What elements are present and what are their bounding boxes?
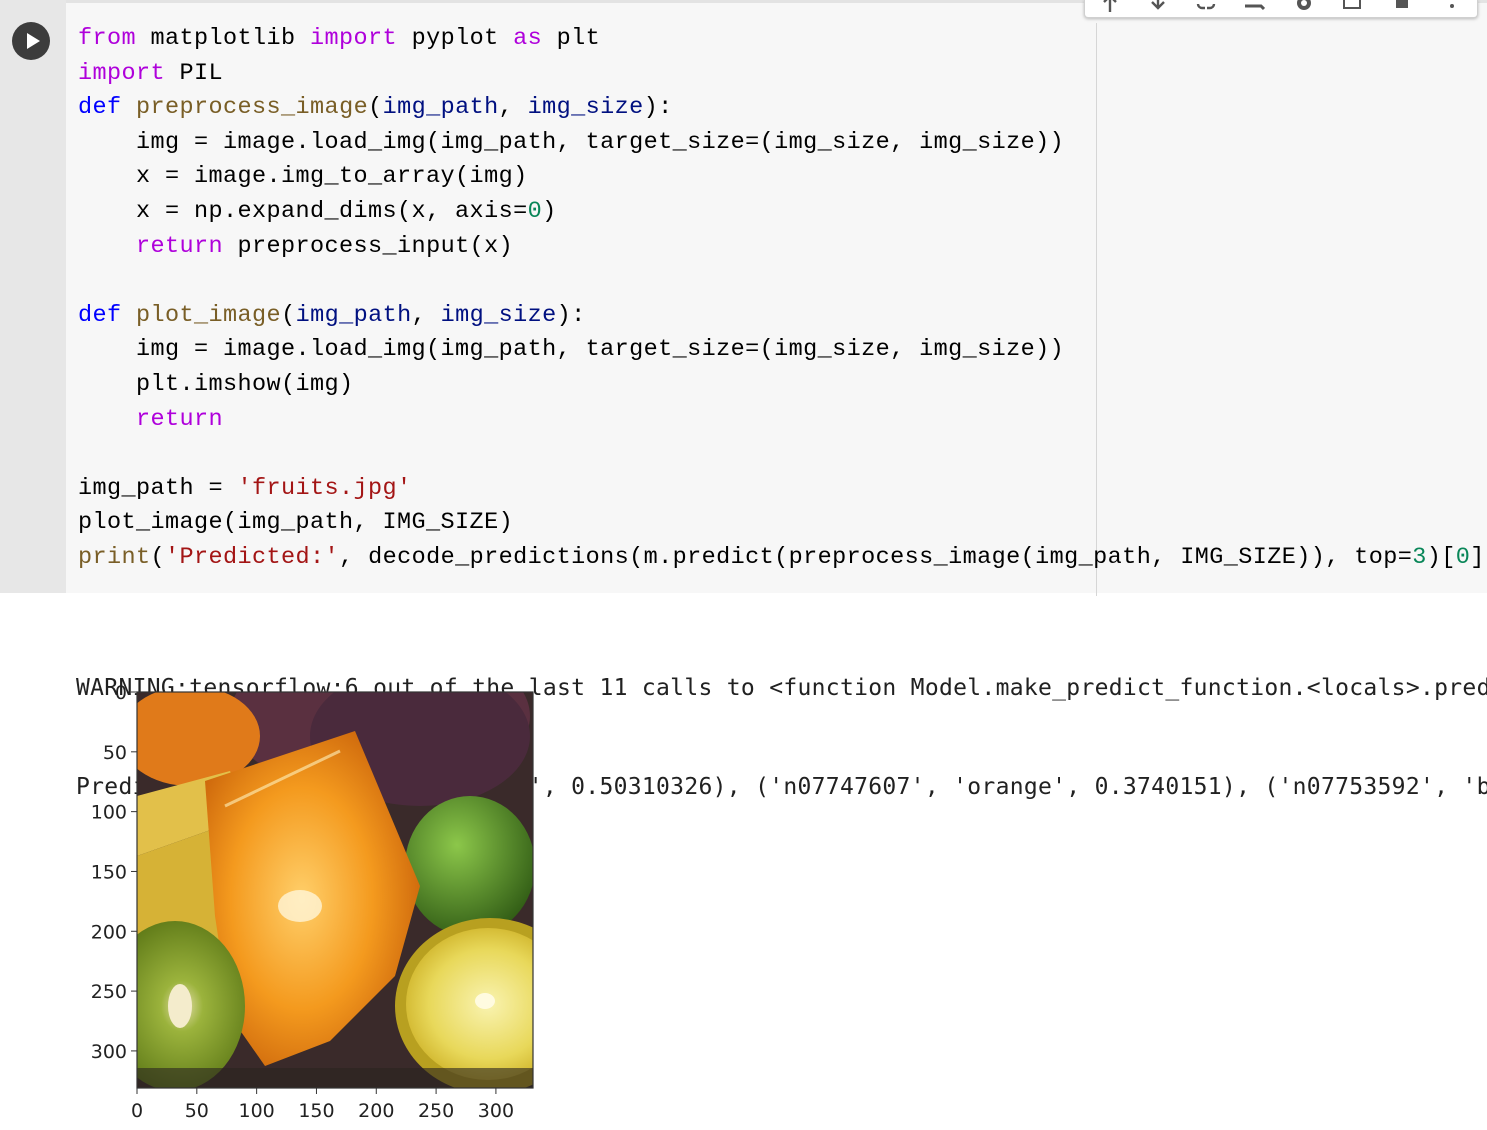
code-line: import PIL (78, 57, 1487, 92)
code-token: 0 (1455, 543, 1471, 571)
x-tick-label: 200 (358, 1100, 394, 1122)
code-token: import (310, 25, 398, 52)
code-token: x = image.img_to_array(img) (78, 163, 528, 191)
y-tick-label: 250 (91, 981, 127, 1003)
code-token: import (78, 59, 166, 87)
more-vert-icon[interactable] (1441, 0, 1463, 14)
code-line: img_path = 'fruits.jpg' (78, 472, 1487, 507)
cell-toolbar (1084, 0, 1478, 18)
x-tick-label: 150 (298, 1100, 334, 1122)
code-line: return preprocess_input(x) (78, 230, 1487, 265)
code-line: def plot_image(img_path, img_size): (78, 299, 1487, 334)
code-line: img = image.load_img(img_path, target_si… (78, 333, 1487, 368)
code-token: ) (542, 197, 557, 225)
code-token: , decode_predictions(m.predict(preproces… (339, 543, 1413, 571)
code-token: from (78, 25, 137, 52)
code-line: return (78, 403, 1487, 438)
run-cell-button[interactable] (12, 22, 50, 60)
code-token: img_path (295, 301, 412, 329)
code-token: def (78, 301, 122, 329)
comment-icon[interactable] (1243, 0, 1265, 14)
code-token: img = image.load_img(img_path, target_si… (78, 128, 1065, 156)
code-token: ]) (1470, 543, 1487, 571)
code-line: print('Predicted:', decode_predictions(m… (78, 541, 1487, 576)
code-line: plt.imshow(img) (78, 368, 1487, 403)
code-token: preprocess_input(x) (223, 232, 514, 260)
x-tick-label: 100 (239, 1100, 275, 1122)
code-token: plot_image (136, 301, 282, 329)
y-axis: 0 50 100 150 200 250 300 (91, 682, 137, 1063)
y-tick-label: 100 (91, 802, 127, 824)
code-token: ( (150, 543, 166, 571)
x-tick-label: 0 (131, 1100, 143, 1122)
code-token: def (78, 94, 122, 122)
fruit-photo (137, 692, 533, 1088)
code-token: ( (281, 301, 296, 329)
x-tick-label: 50 (185, 1100, 209, 1122)
code-token: img_path (382, 94, 499, 122)
code-line: def preprocess_image(img_path, img_size)… (78, 91, 1487, 126)
code-token: matplotlib (136, 25, 311, 52)
code-token: return (136, 232, 224, 260)
code-token: plt (542, 25, 601, 52)
code-text[interactable]: from matplotlib import pyplot as plt impo… (78, 22, 1487, 576)
code-token: img_path = (78, 474, 238, 502)
code-token: as (513, 25, 543, 52)
gear-icon[interactable] (1293, 0, 1315, 14)
code-token: plot_image(img_path, IMG_SIZE) (78, 509, 514, 537)
code-token: ): (643, 94, 673, 122)
code-token: 'Predicted:' (165, 543, 340, 571)
image-plot: 0 50 100 150 200 250 300 0 50 100 150 200 250 300 (91, 682, 534, 1122)
code-token: img_size (440, 301, 557, 329)
y-tick-label: 200 (91, 921, 127, 943)
code-token: 'fruits.jpg' (237, 474, 412, 502)
x-tick-label: 300 (478, 1100, 514, 1122)
x-tick-label: 250 (418, 1100, 454, 1122)
play-icon (27, 33, 40, 49)
code-token: 3 (1412, 543, 1427, 571)
code-line: img = image.load_img(img_path, target_si… (78, 126, 1487, 161)
cell-gutter (0, 0, 66, 593)
code-line: from matplotlib import pyplot as plt (78, 22, 1487, 57)
code-token: x = np.expand_dims(x, axis= (78, 197, 528, 225)
code-token: PIL (165, 59, 224, 87)
code-line: x = image.img_to_array(img) (78, 160, 1487, 195)
code-token: ( (368, 94, 383, 122)
code-token: plt.imshow(img) (78, 370, 354, 398)
y-tick-label: 50 (103, 742, 127, 764)
code-token: img_size (527, 94, 644, 122)
code-token: pyplot (397, 25, 514, 52)
code-line: x = np.expand_dims(x, axis=0) (78, 195, 1487, 230)
code-token: , (498, 94, 528, 122)
code-token: 0 (527, 197, 543, 225)
code-token: ): (556, 301, 586, 329)
x-axis: 0 50 100 150 200 250 300 (131, 1088, 514, 1122)
delete-icon[interactable] (1391, 0, 1413, 14)
code-token: , (411, 301, 441, 329)
y-tick-label: 300 (91, 1041, 127, 1063)
code-token: img = image.load_img(img_path, target_si… (78, 336, 1065, 364)
arrow-up-icon[interactable] (1099, 0, 1121, 14)
y-tick-label: 0 (115, 682, 127, 704)
link-icon[interactable] (1195, 0, 1217, 14)
arrow-down-icon[interactable] (1147, 0, 1169, 14)
code-token: return (136, 405, 224, 433)
code-token: print (78, 543, 151, 571)
code-cell[interactable]: from matplotlib import pyplot as plt impo… (0, 0, 1487, 596)
code-line: plot_image(img_path, IMG_SIZE) (78, 506, 1487, 541)
mirror-cell-icon[interactable] (1341, 0, 1363, 14)
code-token: )[ (1426, 543, 1456, 571)
code-token: preprocess_image (136, 94, 369, 122)
y-tick-label: 150 (91, 861, 127, 883)
